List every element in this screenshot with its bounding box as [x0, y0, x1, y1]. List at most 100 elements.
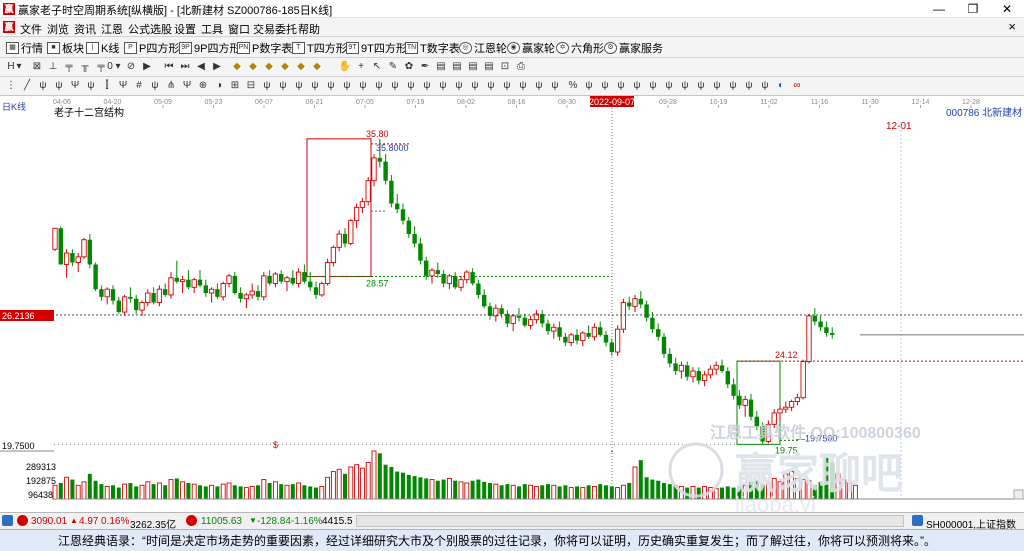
- fork18-icon[interactable]: ψ: [420, 79, 434, 93]
- diamond1-icon[interactable]: ◆: [230, 60, 244, 74]
- menu-info[interactable]: 资讯: [74, 21, 96, 37]
- toolbar-9t-square[interactable]: 9T 9T四方形: [346, 40, 407, 55]
- fork27-icon[interactable]: ψ: [582, 79, 596, 93]
- toolbar-service[interactable]: ⚙ 赢家服务: [604, 40, 663, 55]
- fork11-icon[interactable]: ψ: [308, 79, 322, 93]
- line-tool-icon[interactable]: ╱: [20, 79, 34, 93]
- index-select-icon[interactable]: [912, 515, 923, 526]
- fork13-icon[interactable]: ψ: [340, 79, 354, 93]
- bar-style-icon[interactable]: ⊥: [46, 60, 60, 74]
- menu-tools[interactable]: 工具: [201, 21, 223, 37]
- dropdown-arrow-icon[interactable]: ▾: [15, 60, 23, 74]
- square-tool-icon[interactable]: ⊞: [228, 79, 242, 93]
- box-tool-icon[interactable]: ⊟: [244, 79, 258, 93]
- fork34-icon[interactable]: ψ: [694, 79, 708, 93]
- fork21-icon[interactable]: ψ: [468, 79, 482, 93]
- counter-dropdown-icon[interactable]: ▾: [114, 60, 122, 74]
- fork30-icon[interactable]: ψ: [630, 79, 644, 93]
- toolbar-quotes[interactable]: ▦ 行情: [6, 40, 43, 55]
- menu-settings[interactable]: 设置: [174, 21, 196, 37]
- pointer-icon[interactable]: ↖: [370, 60, 384, 74]
- pen-icon[interactable]: ✒: [418, 60, 432, 74]
- indicator-icon[interactable]: ⊘: [124, 60, 138, 74]
- fork22-icon[interactable]: ψ: [484, 79, 498, 93]
- close-button[interactable]: ✕: [990, 0, 1024, 18]
- last-bar-icon[interactable]: ⏭: [178, 60, 192, 74]
- fork31-icon[interactable]: ψ: [646, 79, 660, 93]
- fork14-icon[interactable]: ψ: [356, 79, 370, 93]
- pencil-icon[interactable]: ✎: [386, 60, 400, 74]
- sz-index-value[interactable]: 11005.63: [201, 516, 242, 527]
- kline-chart[interactable]: 04-06 04-20 05-09 05-23 06-07 06-21 07-05 07-19…: [0, 96, 1024, 512]
- fork5-icon[interactable]: Ψ: [116, 79, 130, 93]
- percent-icon[interactable]: %: [566, 79, 580, 93]
- shapes-icon[interactable]: ✿: [402, 60, 416, 74]
- cycle-icon[interactable]: ◐: [774, 79, 788, 93]
- first-bar-icon[interactable]: ⏮: [162, 60, 176, 74]
- fork23-icon[interactable]: ψ: [500, 79, 514, 93]
- chart3-icon[interactable]: ▤: [466, 60, 480, 74]
- flag-icon[interactable]: ▶: [140, 60, 154, 74]
- fork29-icon[interactable]: ψ: [614, 79, 628, 93]
- menu-trade[interactable]: 交易委托: [253, 21, 297, 37]
- toolbar-sectors[interactable]: ■ 板块: [47, 40, 84, 55]
- mdi-close-button[interactable]: ×: [1008, 19, 1016, 34]
- fork37-icon[interactable]: ψ: [742, 79, 756, 93]
- fork26-icon[interactable]: ψ: [548, 79, 562, 93]
- fork9-icon[interactable]: ψ: [276, 79, 290, 93]
- diamond2-icon[interactable]: ◆: [246, 60, 260, 74]
- menu-gann[interactable]: 江恩: [101, 21, 123, 37]
- minimize-button[interactable]: —: [922, 0, 956, 18]
- fork1-icon[interactable]: ψ: [36, 79, 50, 93]
- fork15-icon[interactable]: ψ: [372, 79, 386, 93]
- diamond5-icon[interactable]: ◆: [294, 60, 308, 74]
- fan-icon[interactable]: ⋔: [164, 79, 178, 93]
- fork36-icon[interactable]: ψ: [726, 79, 740, 93]
- menu-browse[interactable]: 浏览: [47, 21, 69, 37]
- fork19-icon[interactable]: ψ: [436, 79, 450, 93]
- maximize-button[interactable]: ❐: [956, 0, 990, 18]
- fork16-icon[interactable]: ψ: [388, 79, 402, 93]
- sh-index-value[interactable]: 3090.01: [31, 516, 67, 527]
- fork2-icon[interactable]: ψ: [52, 79, 66, 93]
- fork7-icon[interactable]: Ψ: [180, 79, 194, 93]
- chart-scroll-corner[interactable]: [1013, 489, 1024, 500]
- chart1-icon[interactable]: ▤: [434, 60, 448, 74]
- app-menu-icon[interactable]: 赢: [3, 21, 15, 33]
- fork28-icon[interactable]: ψ: [598, 79, 612, 93]
- menu-help[interactable]: 帮助: [298, 21, 320, 37]
- channel-icon[interactable]: ⫿: [100, 79, 114, 93]
- infinity-icon[interactable]: ∞: [790, 79, 804, 93]
- fork20-icon[interactable]: ψ: [452, 79, 466, 93]
- toolbar-kline[interactable]: | K线: [86, 40, 119, 55]
- toolbar-hexagon[interactable]: ✡ 六角形: [556, 40, 604, 55]
- diamond4-icon[interactable]: ◆: [278, 60, 292, 74]
- fork32-icon[interactable]: ψ: [662, 79, 676, 93]
- hand-icon[interactable]: ✋: [338, 60, 352, 74]
- chart2-icon[interactable]: ▤: [450, 60, 464, 74]
- chart4-icon[interactable]: ▤: [482, 60, 496, 74]
- toolbar-p-square[interactable]: P P四方形: [124, 40, 179, 55]
- fork6-icon[interactable]: ψ: [148, 79, 162, 93]
- diamond3-icon[interactable]: ◆: [262, 60, 276, 74]
- toolbar-t-number[interactable]: TN T数字表: [405, 40, 460, 55]
- toolbar-gann-wheel[interactable]: ◎ 江恩轮: [459, 40, 507, 55]
- menu-formula-select[interactable]: 公式选股: [128, 21, 172, 37]
- fork3-icon[interactable]: Ψ: [68, 79, 82, 93]
- fork8-icon[interactable]: ψ: [260, 79, 274, 93]
- period-tool-icon[interactable]: ⋮: [4, 79, 18, 93]
- fork38-icon[interactable]: ψ: [758, 79, 772, 93]
- print-icon[interactable]: ⎙: [514, 60, 528, 74]
- fork24-icon[interactable]: ψ: [516, 79, 530, 93]
- toolbar-winner-wheel[interactable]: ◉ 赢家轮: [507, 40, 555, 55]
- crosshair-icon[interactable]: +: [354, 60, 368, 74]
- grid-tool-icon[interactable]: #: [132, 79, 146, 93]
- circle-tool-icon[interactable]: ⊕: [196, 79, 210, 93]
- fork35-icon[interactable]: ψ: [710, 79, 724, 93]
- arc-tool-icon[interactable]: ◑: [212, 79, 226, 93]
- camera-icon[interactable]: ⊡: [498, 60, 512, 74]
- fork25-icon[interactable]: ψ: [532, 79, 546, 93]
- menu-window[interactable]: 窗口: [228, 21, 250, 37]
- candle-style-icon[interactable]: ⊠: [30, 60, 44, 74]
- toolbar-p-number[interactable]: PN P数字表: [237, 40, 292, 55]
